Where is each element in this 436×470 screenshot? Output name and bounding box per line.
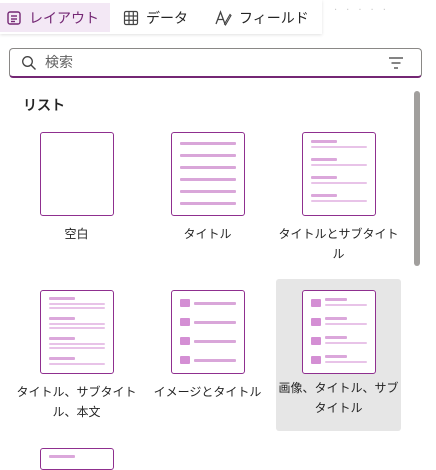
layout-card-label: イメージとタイトル: [153, 385, 262, 399]
tab-label: データ: [146, 10, 188, 27]
fields-icon: [214, 9, 232, 27]
tab-label: フィールド: [239, 10, 309, 27]
layout-thumbnail: [40, 290, 114, 374]
tab-bar: レイアウト データ フィールド: [0, 0, 322, 34]
layout-icon: [6, 10, 22, 26]
layout-card-title[interactable]: タイトル: [145, 132, 270, 284]
layout-card-title-subtitle-body[interactable]: タイトル、サブタイトル、本文: [14, 290, 139, 442]
layout-thumbnail: [40, 132, 114, 216]
layout-card-label: タイトルとサブタイトル: [278, 227, 399, 261]
tab-layout[interactable]: レイアウト: [0, 3, 110, 32]
overflow-dots: ·····: [334, 5, 395, 16]
table-grid-icon: [123, 10, 139, 26]
tab-label: レイアウト: [29, 10, 99, 27]
layout-card-image-title[interactable]: イメージとタイトル: [145, 290, 270, 442]
section-title: リスト: [23, 98, 65, 114]
layout-card-label: タイトル: [183, 227, 232, 241]
layout-card-partial[interactable]: [40, 448, 114, 470]
layout-card-blank[interactable]: 空白: [14, 132, 139, 284]
layout-thumbnail: [302, 132, 376, 216]
search-input[interactable]: [43, 53, 377, 72]
layout-card-label: 空白: [64, 227, 89, 241]
layout-card-image-title-subtitle[interactable]: 画像、タイトル、サブタイトル: [276, 279, 401, 431]
layout-card-title-subtitle[interactable]: タイトルとサブタイトル: [276, 132, 401, 284]
filter-icon[interactable]: [388, 56, 404, 70]
layout-thumbnail: [302, 290, 376, 374]
tab-fields[interactable]: フィールド: [214, 3, 309, 32]
scrollbar-thumb[interactable]: [414, 91, 420, 266]
layout-card-label: タイトル、サブタイトル、本文: [16, 385, 137, 419]
layout-thumbnail: [171, 132, 245, 216]
tab-data[interactable]: データ: [123, 3, 188, 32]
layout-card-label: 画像、タイトル、サブタイトル: [278, 381, 399, 415]
layout-thumbnail: [171, 290, 245, 374]
search-box[interactable]: [9, 48, 422, 78]
search-icon: [21, 55, 37, 71]
